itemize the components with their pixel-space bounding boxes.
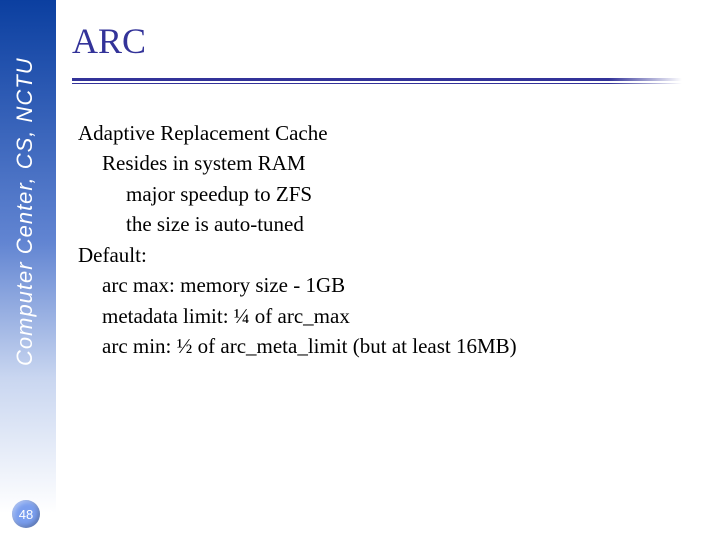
body-line: arc max: memory size - 1GB — [102, 270, 698, 300]
institution-label: Computer Center, CS, NCTU — [12, 6, 44, 366]
body-line: Resides in system RAM — [102, 148, 698, 178]
title-underline — [72, 78, 682, 82]
page-number: 48 — [19, 507, 33, 522]
body-line: Adaptive Replacement Cache — [78, 118, 698, 148]
slide-body: Adaptive Replacement Cache Resides in sy… — [78, 118, 698, 362]
body-line: arc min: ½ of arc_meta_limit (but at lea… — [102, 331, 698, 361]
slide-title: ARC — [72, 20, 146, 62]
body-line: the size is auto-tuned — [126, 209, 698, 239]
body-line: Default: — [78, 240, 698, 270]
body-line: major speedup to ZFS — [126, 179, 698, 209]
sidebar: Computer Center, CS, NCTU — [0, 0, 56, 540]
page-number-badge: 48 — [12, 500, 40, 528]
body-line: metadata limit: ¼ of arc_max — [102, 301, 698, 331]
